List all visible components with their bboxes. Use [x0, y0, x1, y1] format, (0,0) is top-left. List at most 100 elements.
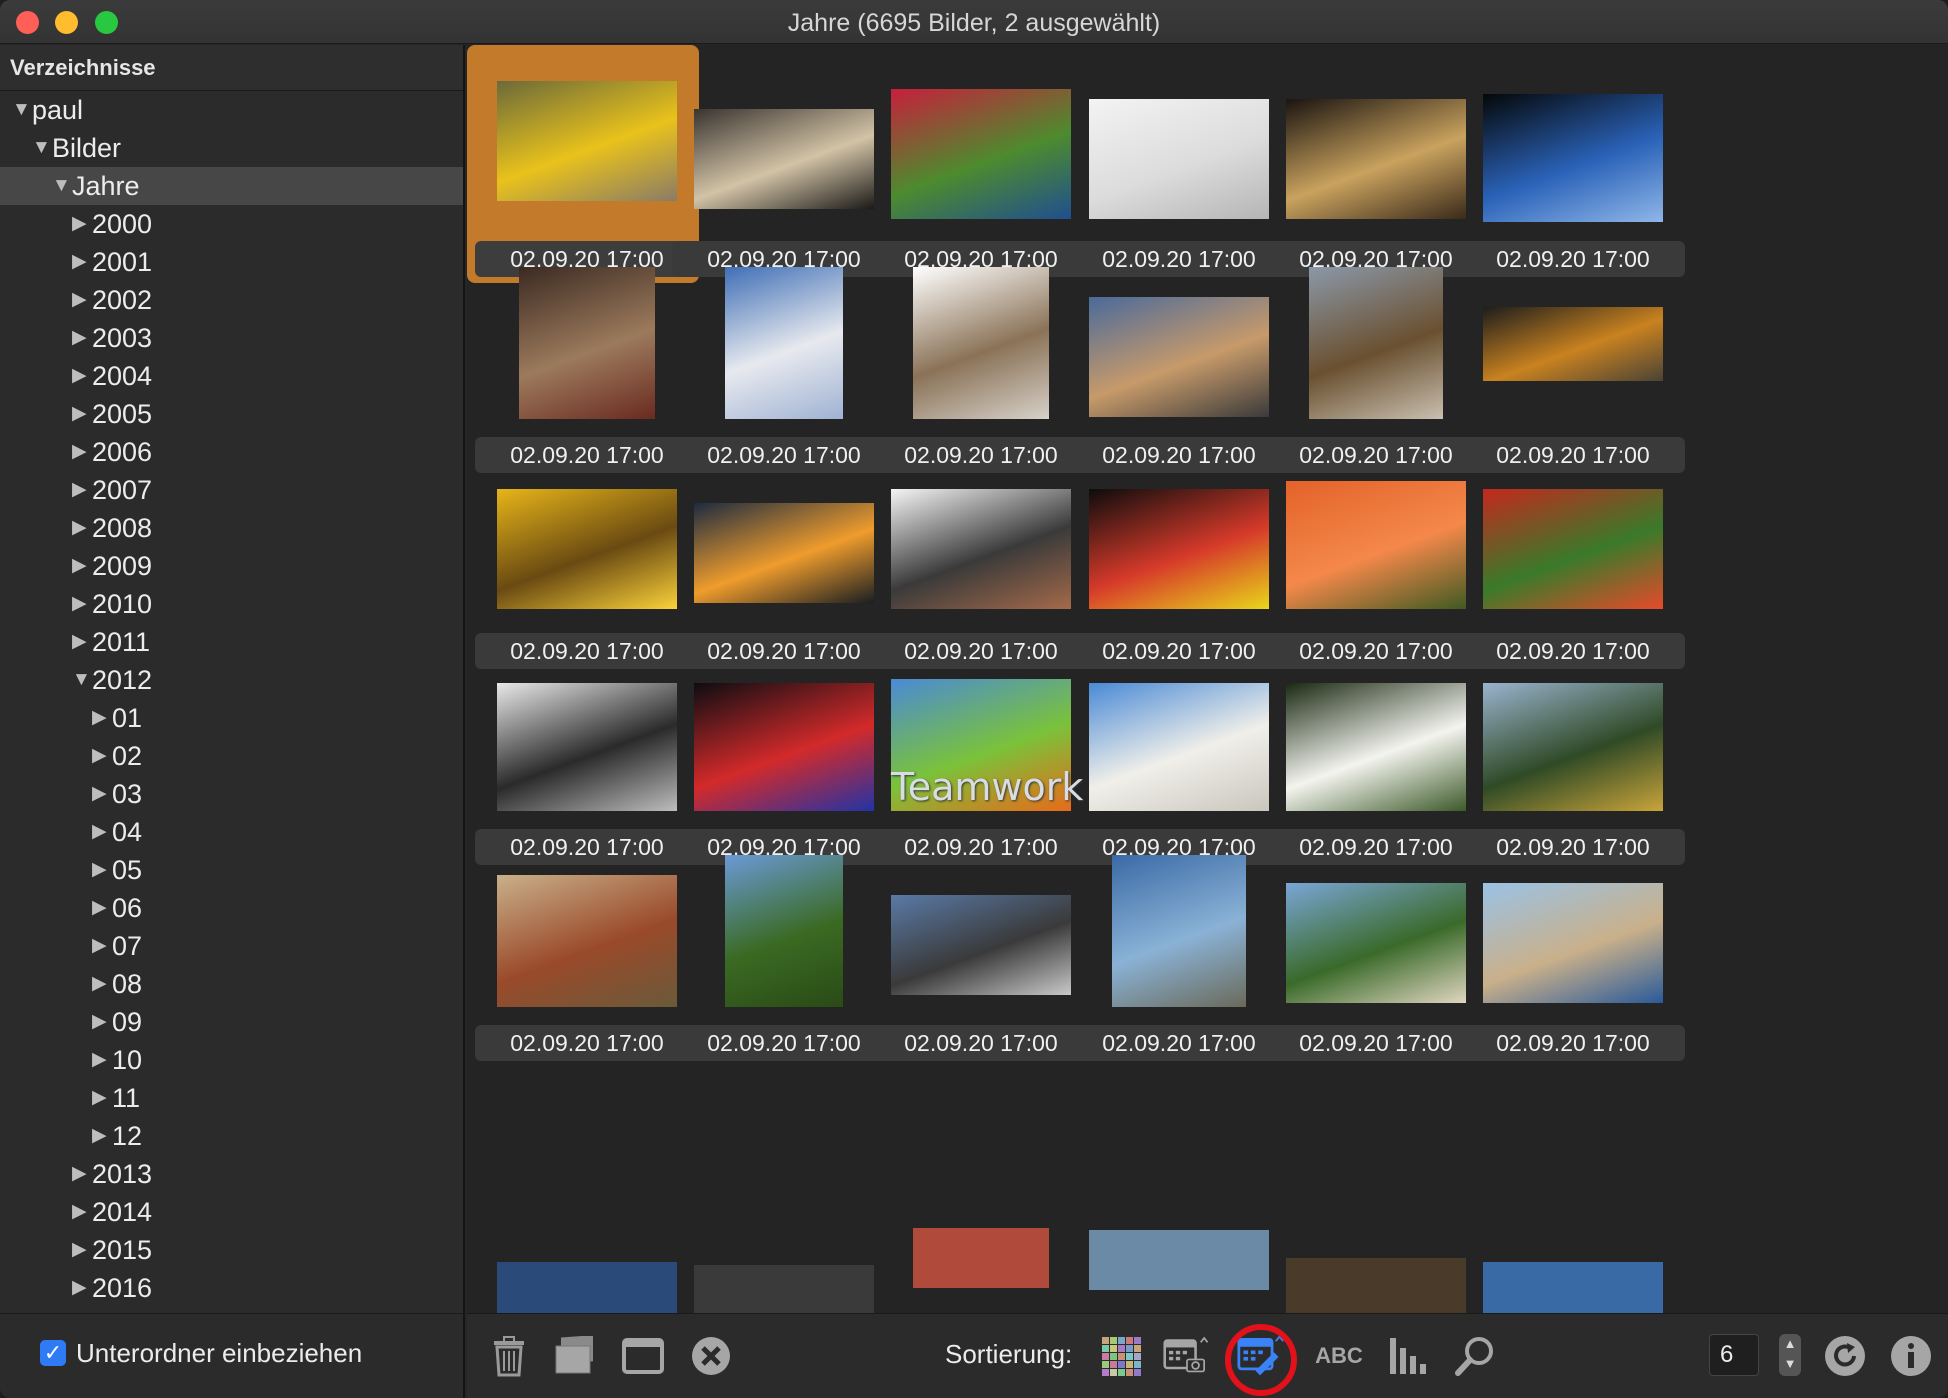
- tree-item[interactable]: ▶ 03: [0, 775, 463, 813]
- include-subfolders-checkbox[interactable]: ✓: [40, 1340, 66, 1366]
- disclosure-closed-icon[interactable]: ▶: [92, 1079, 112, 1117]
- disclosure-closed-icon[interactable]: ▶: [92, 927, 112, 965]
- tree-item[interactable]: ▶ 06: [0, 889, 463, 927]
- disclosure-closed-icon[interactable]: ▶: [72, 1155, 92, 1193]
- photo-thumbnail-partial[interactable]: [694, 1265, 874, 1313]
- title-bar: Jahre (6695 Bilder, 2 ausgewählt): [0, 0, 1948, 44]
- tree-item[interactable]: ▼Bilder: [0, 129, 463, 167]
- disclosure-closed-icon[interactable]: ▶: [72, 585, 92, 623]
- photo-image: [1286, 683, 1466, 811]
- tree-item[interactable]: ▶ 02: [0, 737, 463, 775]
- disclosure-closed-icon[interactable]: ▶: [72, 433, 92, 471]
- tree-item[interactable]: ▶ 2001: [0, 243, 463, 281]
- slideshow-icon[interactable]: [551, 1332, 599, 1380]
- fullscreen-icon[interactable]: [619, 1332, 667, 1380]
- sort-size-icon[interactable]: [1385, 1332, 1433, 1380]
- directory-sidebar: Verzeichnisse ▼paul ▼Bilder ▼Jahre ▶ 2000 ▶ 20…: [0, 45, 465, 1313]
- tree-item[interactable]: ▶ 10: [0, 1041, 463, 1079]
- tree-item-label: 09: [112, 1007, 143, 1037]
- photo-thumbnail-partial[interactable]: [1286, 1258, 1466, 1313]
- disclosure-closed-icon[interactable]: ▶: [72, 509, 92, 547]
- tree-item[interactable]: ▶ 2016: [0, 1269, 463, 1307]
- disclosure-closed-icon[interactable]: ▶: [92, 737, 112, 775]
- tree-item[interactable]: ▶ 08: [0, 965, 463, 1003]
- tree-item[interactable]: ▶ 2006: [0, 433, 463, 471]
- tree-item[interactable]: ▶ 2009: [0, 547, 463, 585]
- disclosure-open-icon[interactable]: ▼: [12, 91, 32, 129]
- disclosure-closed-icon[interactable]: ▶: [72, 243, 92, 281]
- sort-color-grid-icon[interactable]: [1097, 1332, 1145, 1380]
- disclosure-open-icon[interactable]: ▼: [52, 167, 72, 205]
- photo-image: [1483, 94, 1663, 222]
- tree-item[interactable]: ▶ 05: [0, 851, 463, 889]
- tree-item[interactable]: ▶ 2015: [0, 1231, 463, 1269]
- disclosure-closed-icon[interactable]: ▶: [72, 395, 92, 433]
- include-subfolders-label[interactable]: Unterordner einbeziehen: [76, 1338, 362, 1369]
- disclosure-closed-icon[interactable]: ▶: [72, 1231, 92, 1269]
- search-icon[interactable]: [1451, 1332, 1499, 1380]
- close-circle-icon[interactable]: [687, 1332, 735, 1380]
- tree-item[interactable]: ▶ 11: [0, 1079, 463, 1117]
- disclosure-open-icon[interactable]: ▼: [32, 129, 52, 167]
- tree-item[interactable]: ▼Jahre: [0, 167, 463, 205]
- column-count-stepper[interactable]: ▲ ▼: [1779, 1334, 1801, 1376]
- disclosure-closed-icon[interactable]: ▶: [72, 471, 92, 509]
- photo-thumbnail[interactable]: 02.09.20 17:00: [1453, 829, 1685, 1067]
- tree-item[interactable]: ▶ 07: [0, 927, 463, 965]
- disclosure-closed-icon[interactable]: ▶: [72, 547, 92, 585]
- photo-image: [694, 109, 874, 209]
- disclosure-closed-icon[interactable]: ▶: [72, 1193, 92, 1231]
- info-icon[interactable]: [1887, 1332, 1935, 1380]
- photo-thumbnail-partial[interactable]: [1089, 1230, 1269, 1290]
- tree-item[interactable]: ▼2012: [0, 661, 463, 699]
- disclosure-closed-icon[interactable]: ▶: [72, 357, 92, 395]
- tree-item[interactable]: ▶ 2007: [0, 471, 463, 509]
- tree-item[interactable]: ▶ 09: [0, 1003, 463, 1041]
- tree-item[interactable]: ▶ 2013: [0, 1155, 463, 1193]
- sort-name-icon[interactable]: ABC: [1315, 1332, 1363, 1380]
- sort-date-taken-icon[interactable]: [1163, 1332, 1211, 1380]
- disclosure-closed-icon[interactable]: ▶: [92, 699, 112, 737]
- disclosure-open-icon[interactable]: ▼: [72, 661, 92, 699]
- tree-item[interactable]: ▶ 2011: [0, 623, 463, 661]
- tree-item[interactable]: ▶ 2000: [0, 205, 463, 243]
- tree-item[interactable]: ▶ 2004: [0, 357, 463, 395]
- tree-item[interactable]: ▶ 2003: [0, 319, 463, 357]
- tree-item[interactable]: ▶ 12: [0, 1117, 463, 1155]
- tree-item[interactable]: ▼paul: [0, 91, 463, 129]
- photo-image: [1483, 489, 1663, 609]
- disclosure-closed-icon[interactable]: ▶: [92, 889, 112, 927]
- tree-item[interactable]: ▶ 2014: [0, 1193, 463, 1231]
- disclosure-closed-icon[interactable]: ▶: [72, 1269, 92, 1307]
- tree-item[interactable]: ▶ 2008: [0, 509, 463, 547]
- photo-image: [1309, 267, 1443, 419]
- trash-icon[interactable]: [485, 1332, 533, 1380]
- disclosure-closed-icon[interactable]: ▶: [92, 1003, 112, 1041]
- disclosure-closed-icon[interactable]: ▶: [92, 813, 112, 851]
- disclosure-closed-icon[interactable]: ▶: [92, 851, 112, 889]
- tree-item[interactable]: ▶ 01: [0, 699, 463, 737]
- tree-item-label: 2010: [92, 589, 153, 619]
- photo-image: Teamwork: [891, 679, 1083, 811]
- refresh-icon[interactable]: [1821, 1332, 1869, 1380]
- disclosure-closed-icon[interactable]: ▶: [92, 1041, 112, 1079]
- tree-item[interactable]: ▶ 2005: [0, 395, 463, 433]
- tree-item[interactable]: ▶ 2010: [0, 585, 463, 623]
- tree-item[interactable]: ▶ 04: [0, 813, 463, 851]
- disclosure-closed-icon[interactable]: ▶: [92, 965, 112, 1003]
- directory-tree: ▼paul ▼Bilder ▼Jahre ▶ 2000 ▶ 2001 ▶ 2002 ▶ 2003 ▶ 2…: [0, 91, 463, 1307]
- disclosure-closed-icon[interactable]: ▶: [92, 775, 112, 813]
- photo-image: [497, 489, 677, 609]
- tree-item[interactable]: ▶ 2002: [0, 281, 463, 319]
- photo-thumbnail-partial[interactable]: [913, 1228, 1049, 1288]
- column-count-field[interactable]: 6: [1709, 1334, 1759, 1376]
- disclosure-closed-icon[interactable]: ▶: [72, 623, 92, 661]
- disclosure-closed-icon[interactable]: ▶: [72, 281, 92, 319]
- photo-thumbnail-partial[interactable]: [1483, 1262, 1663, 1313]
- disclosure-closed-icon[interactable]: ▶: [72, 205, 92, 243]
- photo-thumbnail-partial[interactable]: [497, 1262, 677, 1313]
- photo-image: [1089, 683, 1269, 811]
- disclosure-closed-icon[interactable]: ▶: [72, 319, 92, 357]
- disclosure-closed-icon[interactable]: ▶: [92, 1117, 112, 1155]
- thumbnail-grid: 02.09.20 17:00 02.09.20 17:00 02.09.20 17:…: [467, 45, 1948, 1313]
